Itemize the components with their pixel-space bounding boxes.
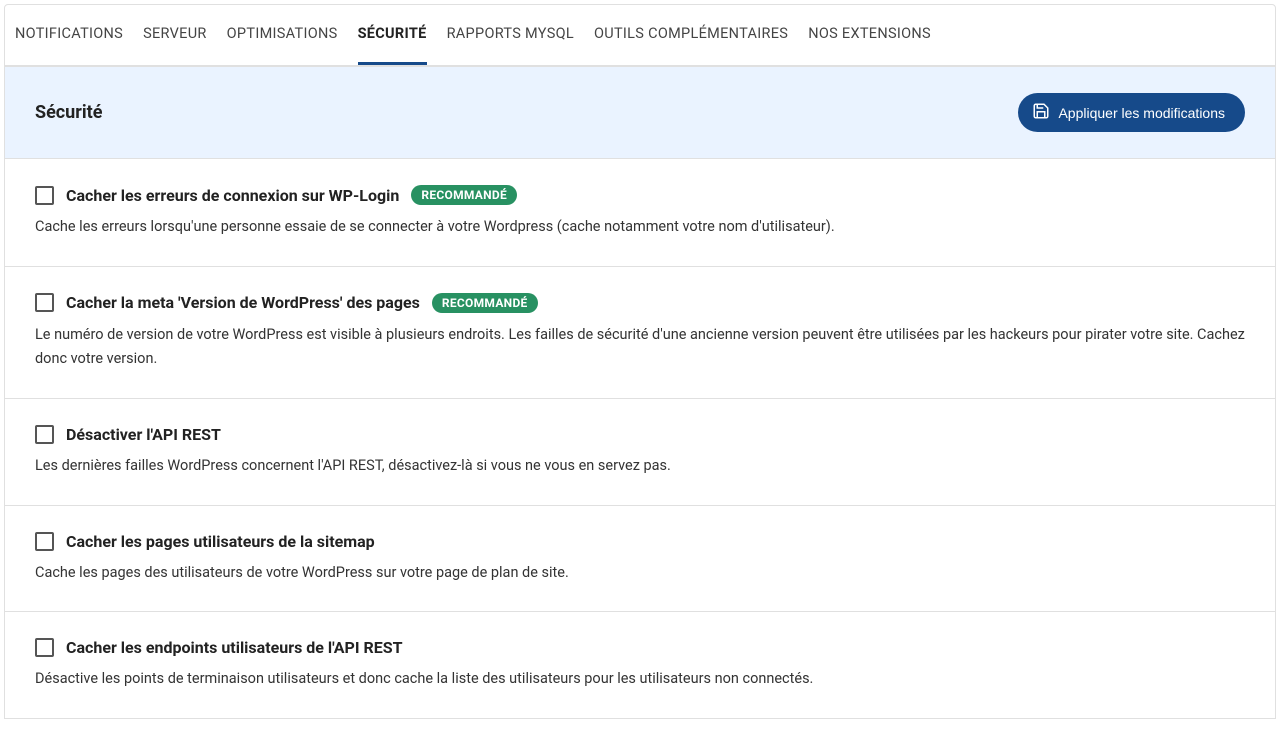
option-checkbox[interactable] (35, 293, 54, 312)
recommended-badge: RECOMMANDÉ (432, 293, 538, 313)
option-header: Désactiver l'API REST (35, 425, 1245, 444)
option-card: Cacher les erreurs de connexion sur WP-L… (4, 159, 1276, 267)
save-icon (1032, 102, 1050, 123)
option-checkbox[interactable] (35, 532, 54, 551)
recommended-badge: RECOMMANDÉ (411, 185, 517, 205)
option-title: Cacher la meta 'Version de WordPress' de… (66, 293, 420, 312)
option-card: Cacher les pages utilisateurs de la site… (4, 506, 1276, 613)
apply-changes-button[interactable]: Appliquer les modifications (1018, 93, 1245, 132)
tab-rapports-mysql[interactable]: RAPPORTS MYSQL (447, 5, 574, 65)
tabs-container: NOTIFICATIONS SERVEUR OPTIMISATIONS SÉCURIT… (4, 4, 1276, 67)
tab-notifications[interactable]: NOTIFICATIONS (15, 5, 123, 65)
option-card: Cacher la meta 'Version de WordPress' de… (4, 267, 1276, 399)
section-header: Sécurité Appliquer les modifications (4, 67, 1276, 159)
option-checkbox[interactable] (35, 638, 54, 657)
option-checkbox[interactable] (35, 425, 54, 444)
option-title: Cacher les pages utilisateurs de la site… (66, 532, 375, 551)
page-title: Sécurité (35, 102, 102, 123)
tab-nos-extensions[interactable]: NOS EXTENSIONS (808, 5, 931, 65)
option-header: Cacher la meta 'Version de WordPress' de… (35, 293, 1245, 313)
tab-sécurité[interactable]: SÉCURITÉ (358, 5, 427, 65)
option-title: Désactiver l'API REST (66, 425, 221, 444)
tab-outils-complémentaires[interactable]: OUTILS COMPLÉMENTAIRES (594, 5, 788, 65)
option-description: Désactive les points de terminaison util… (35, 667, 1245, 692)
apply-changes-label: Appliquer les modifications (1058, 105, 1225, 121)
option-header: Cacher les endpoints utilisateurs de l'A… (35, 638, 1245, 657)
option-card: Cacher les endpoints utilisateurs de l'A… (4, 612, 1276, 719)
option-card: Désactiver l'API REST Les dernières faill… (4, 399, 1276, 506)
tab-serveur[interactable]: SERVEUR (143, 5, 207, 65)
option-description: Cache les pages des utilisateurs de votr… (35, 561, 1245, 586)
options-list: Cacher les erreurs de connexion sur WP-L… (4, 159, 1276, 719)
option-description: Cache les erreurs lorsqu'une personne es… (35, 215, 1245, 240)
tabs-nav: NOTIFICATIONS SERVEUR OPTIMISATIONS SÉCURIT… (5, 5, 1275, 66)
option-header: Cacher les erreurs de connexion sur WP-L… (35, 185, 1245, 205)
option-description: Les dernières failles WordPress concerne… (35, 454, 1245, 479)
option-title: Cacher les endpoints utilisateurs de l'A… (66, 638, 403, 657)
option-header: Cacher les pages utilisateurs de la site… (35, 532, 1245, 551)
option-checkbox[interactable] (35, 186, 54, 205)
option-title: Cacher les erreurs de connexion sur WP-L… (66, 186, 399, 205)
tab-optimisations[interactable]: OPTIMISATIONS (227, 5, 338, 65)
option-description: Le numéro de version de votre WordPress … (35, 323, 1245, 372)
